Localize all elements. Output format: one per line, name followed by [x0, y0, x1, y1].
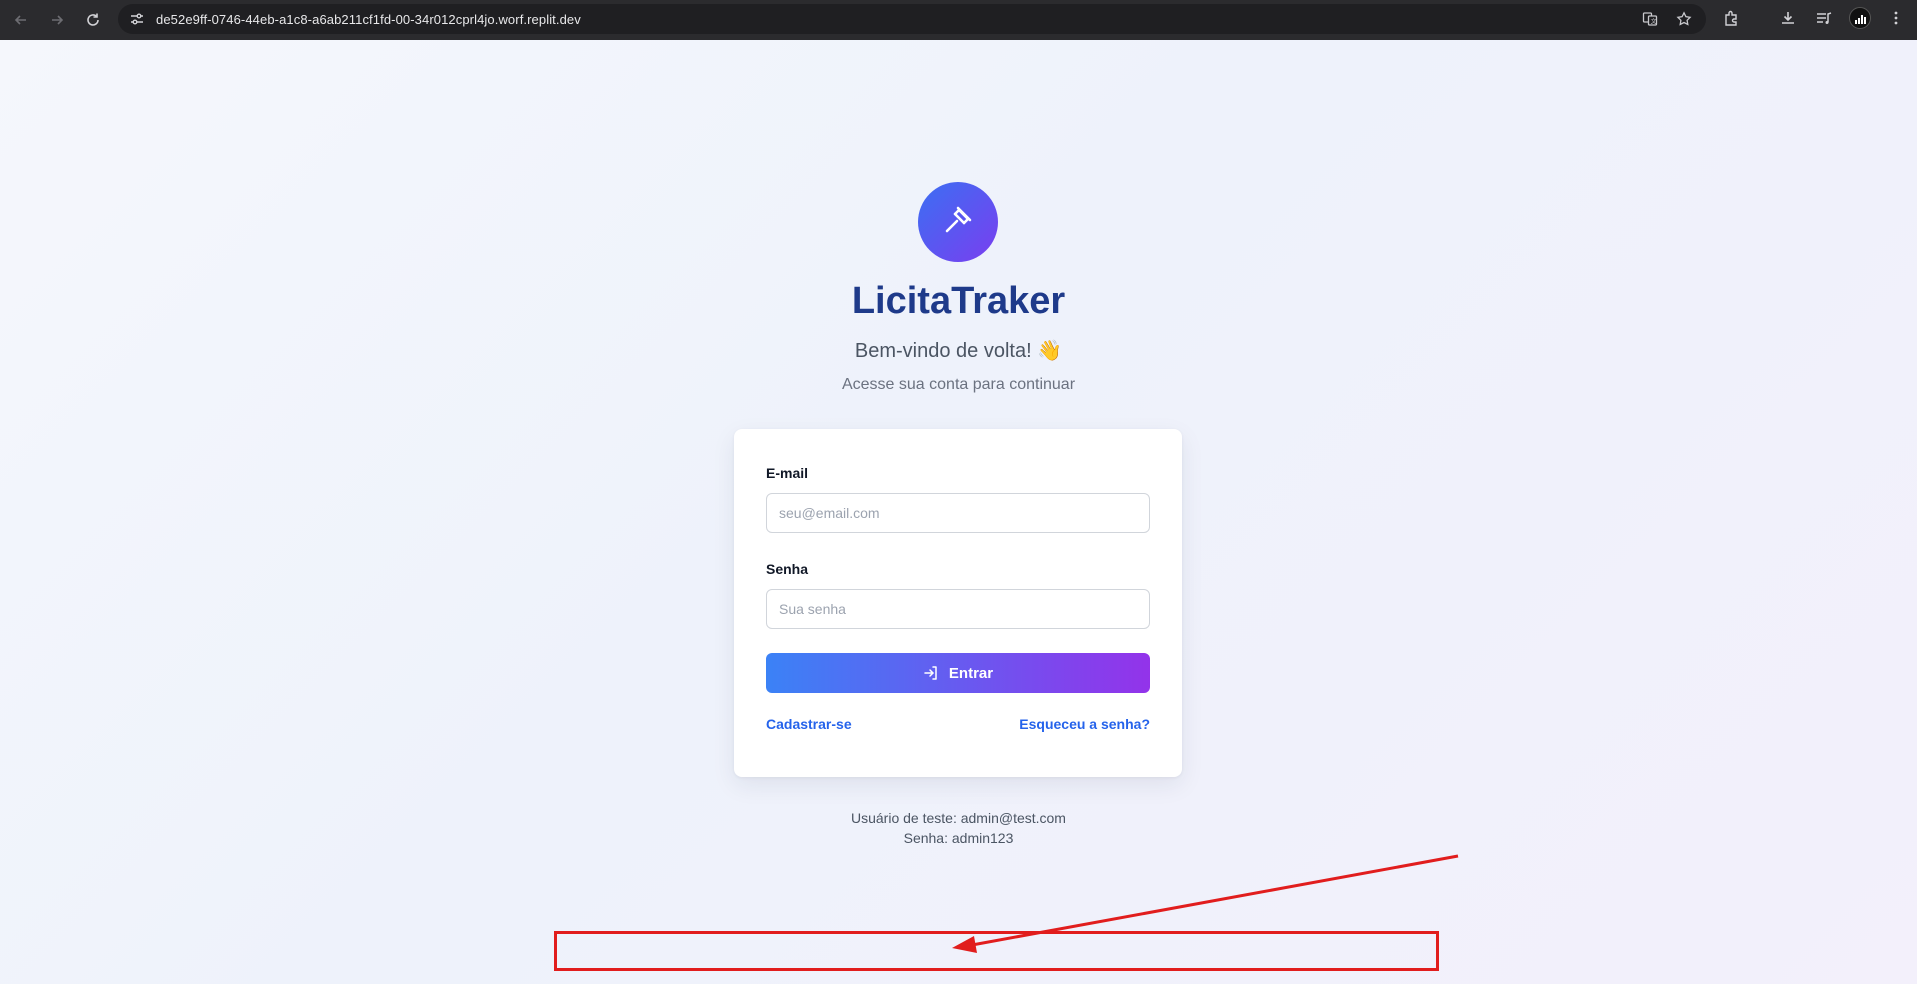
- password-field[interactable]: [766, 589, 1150, 629]
- gavel-icon: [945, 206, 972, 233]
- test-user-hint: Usuário de teste: admin@test.com: [851, 810, 1066, 826]
- password-label: Senha: [766, 561, 809, 577]
- forward-button[interactable]: [40, 3, 74, 37]
- reload-icon: [87, 13, 99, 26]
- login-button[interactable]: Entrar: [766, 653, 1150, 693]
- email-label: E-mail: [766, 465, 809, 481]
- welcome-heading: Bem-vindo de volta! 👋: [854, 340, 1063, 362]
- translate-icon[interactable]: 文: [1636, 5, 1664, 33]
- app-logo: [918, 182, 998, 262]
- login-card: E-mail Senha Entrar Cadastrar-se Esquece…: [734, 429, 1182, 777]
- app-title: LicitaTraker: [851, 280, 1066, 322]
- login-button-label: Entrar: [948, 664, 994, 682]
- forgot-password-link[interactable]: Esqueceu a senha?: [1019, 716, 1150, 732]
- login-page: LicitaTraker Bem-vindo de volta! 👋 Acess…: [0, 40, 1917, 984]
- browser-toolbar: de52e9ff-0746-44eb-a1c8-a6ab211cf1fd-00-…: [0, 0, 1917, 40]
- signup-link[interactable]: Cadastrar-se: [766, 716, 852, 732]
- arrow-left-icon: [14, 15, 26, 25]
- test-password-hint: Senha: admin123: [903, 830, 1014, 846]
- extensions-icon[interactable]: [1717, 3, 1747, 33]
- site-info-icon[interactable]: [122, 4, 152, 34]
- arrow-right-icon: [52, 15, 64, 25]
- url-text[interactable]: de52e9ff-0746-44eb-a1c8-a6ab211cf1fd-00-…: [156, 12, 581, 27]
- download-icon[interactable]: [1773, 3, 1803, 33]
- menu-dots-icon[interactable]: [1881, 3, 1911, 33]
- email-field[interactable]: [766, 493, 1150, 533]
- reload-button[interactable]: [76, 3, 110, 37]
- media-controls-icon[interactable]: [1809, 3, 1839, 33]
- bookmark-star-icon[interactable]: [1670, 5, 1698, 33]
- login-subtitle: Acesse sua conta para continuar: [841, 376, 1076, 393]
- svg-text:文: 文: [1651, 17, 1657, 25]
- address-bar[interactable]: de52e9ff-0746-44eb-a1c8-a6ab211cf1fd-00-…: [118, 4, 1706, 34]
- avatar: [1849, 7, 1871, 29]
- profile-avatar[interactable]: [1845, 3, 1875, 33]
- back-button[interactable]: [4, 3, 38, 37]
- annotation-highlight-box: [554, 931, 1439, 971]
- login-icon: [924, 666, 937, 680]
